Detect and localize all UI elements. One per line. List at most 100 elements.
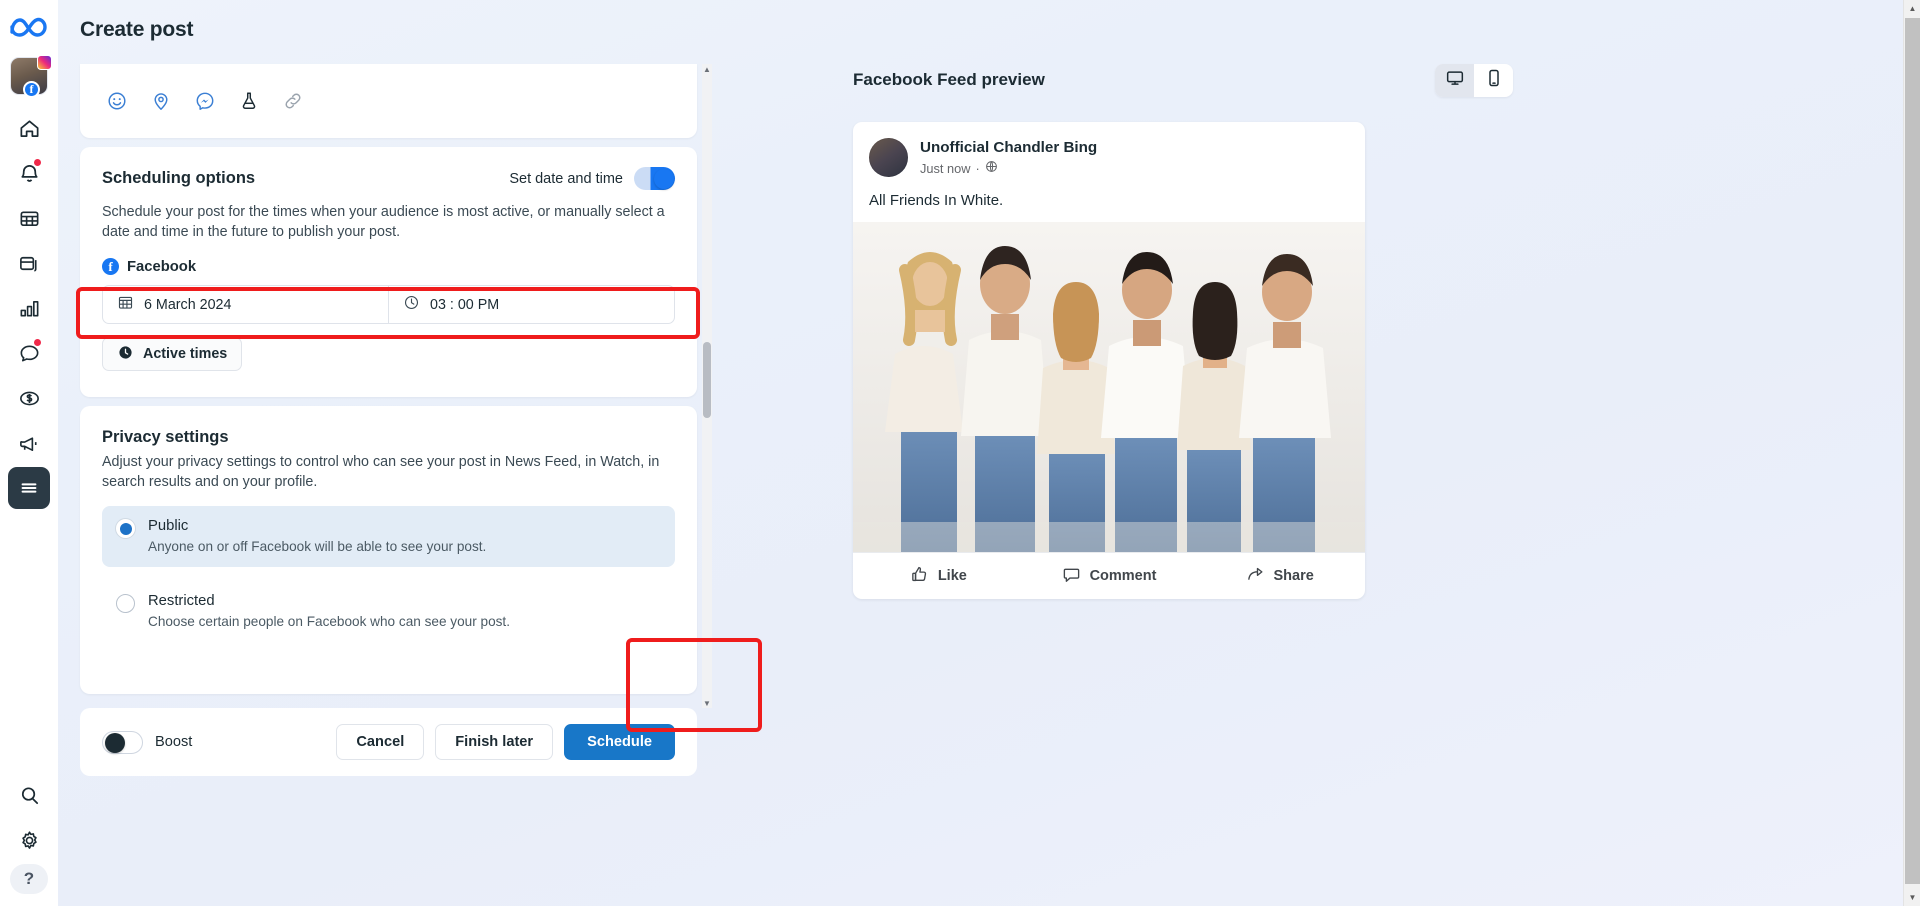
comment-label: Comment bbox=[1089, 568, 1157, 584]
facebook-icon: f bbox=[102, 258, 119, 275]
privacy-option-public-text: Public Anyone on or off Facebook will be… bbox=[148, 517, 486, 556]
datetime-field-group[interactable]: 6 March 2024 03 : 00 PM bbox=[102, 285, 675, 324]
clock-icon bbox=[403, 294, 420, 315]
active-times-button[interactable]: Active times bbox=[102, 337, 243, 371]
sidebar-item-home[interactable] bbox=[8, 107, 50, 149]
platform-row-facebook: f Facebook bbox=[102, 258, 675, 275]
boost-toggle[interactable] bbox=[102, 730, 143, 754]
instagram-badge-icon bbox=[37, 55, 52, 70]
sidebar-item-settings[interactable] bbox=[8, 819, 50, 861]
comment-bubble-icon bbox=[1062, 565, 1081, 588]
location-pin-icon[interactable] bbox=[150, 90, 172, 112]
megaphone-icon bbox=[18, 432, 41, 455]
set-date-time-toggle[interactable] bbox=[634, 167, 675, 190]
set-date-time-toggle-group[interactable]: Set date and time bbox=[509, 167, 675, 190]
post-author-block: Unofficial Chandler Bing Just now · bbox=[920, 139, 1097, 176]
facebook-post-preview-card: Unofficial Chandler Bing Just now · All … bbox=[853, 122, 1365, 599]
cancel-button[interactable]: Cancel bbox=[336, 724, 425, 760]
composer-column: Scheduling options Set date and time Sch… bbox=[80, 58, 712, 848]
meta-infinity-logo[interactable] bbox=[9, 16, 49, 43]
post-author-name: Unofficial Chandler Bing bbox=[920, 139, 1098, 156]
privacy-option-restricted-text: Restricted Choose certain people on Face… bbox=[148, 592, 510, 631]
boost-toggle-knob bbox=[105, 732, 125, 753]
boost-label: Boost bbox=[155, 734, 193, 750]
privacy-settings-card: Privacy settings Adjust your privacy set… bbox=[80, 406, 697, 694]
cards-icon bbox=[18, 252, 41, 275]
post-actions: Like Comment Share bbox=[853, 552, 1365, 599]
left-nav-rail: f ? bbox=[0, 0, 58, 906]
comment-button[interactable]: Comment bbox=[1024, 565, 1195, 588]
footer-buttons: Cancel Finish later Schedule bbox=[336, 724, 675, 760]
messenger-icon[interactable] bbox=[194, 90, 216, 112]
preview-title: Facebook Feed preview bbox=[853, 70, 1045, 89]
boost-group[interactable]: Boost bbox=[102, 730, 193, 754]
date-input[interactable]: 6 March 2024 bbox=[103, 286, 389, 323]
radio-button-public[interactable] bbox=[116, 519, 135, 538]
scheduling-header: Scheduling options Set date and time bbox=[102, 167, 675, 190]
like-label: Like bbox=[937, 568, 967, 584]
privacy-option-public-desc: Anyone on or off Facebook will be able t… bbox=[148, 539, 487, 554]
sidebar-item-help[interactable]: ? bbox=[10, 864, 48, 894]
post-meta-separator: · bbox=[975, 160, 980, 176]
post-meta: Just now · bbox=[920, 160, 1097, 176]
composer-footer-bar: Boost Cancel Finish later Schedule bbox=[80, 708, 697, 776]
bar-chart-icon bbox=[18, 297, 41, 320]
like-button[interactable]: Like bbox=[853, 565, 1024, 588]
emoji-icon[interactable] bbox=[106, 90, 128, 112]
page-scrollbar[interactable]: ▲ ▼ bbox=[1903, 0, 1920, 906]
desktop-view-button[interactable] bbox=[1435, 63, 1474, 97]
scheduling-options-card: Scheduling options Set date and time Sch… bbox=[80, 147, 697, 397]
page-scroll-up-arrow-icon[interactable]: ▲ bbox=[1904, 0, 1920, 17]
page-scrollbar-thumb[interactable] bbox=[1905, 18, 1920, 884]
post-image bbox=[853, 222, 1365, 552]
link-icon[interactable] bbox=[282, 90, 304, 112]
privacy-option-public-label: Public bbox=[148, 518, 189, 534]
time-value: 03 : 00 PM bbox=[430, 296, 500, 313]
scroll-up-arrow-icon[interactable]: ▲ bbox=[702, 64, 712, 74]
post-timestamp: Just now bbox=[920, 160, 971, 176]
sidebar-item-posts[interactable] bbox=[8, 242, 50, 284]
privacy-description: Adjust your privacy settings to control … bbox=[102, 454, 660, 490]
sidebar-item-menu[interactable] bbox=[8, 467, 50, 509]
mobile-view-button[interactable] bbox=[1474, 64, 1513, 97]
finish-later-button[interactable]: Finish later bbox=[435, 724, 554, 760]
sidebar-item-insights[interactable] bbox=[8, 287, 50, 329]
gear-icon bbox=[18, 829, 41, 852]
sidebar-item-inbox[interactable] bbox=[8, 332, 50, 374]
share-arrow-icon bbox=[1246, 565, 1265, 588]
sidebar-item-calendar[interactable] bbox=[8, 197, 50, 239]
phone-icon bbox=[1484, 68, 1504, 93]
active-times-label: Active times bbox=[143, 346, 228, 362]
schedule-button[interactable]: Schedule bbox=[564, 724, 675, 760]
time-input[interactable]: 03 : 00 PM bbox=[389, 286, 674, 323]
scheduling-title: Scheduling options bbox=[102, 169, 256, 187]
sidebar-item-monetization[interactable] bbox=[8, 377, 50, 419]
facebook-badge-icon: f bbox=[23, 81, 40, 98]
hamburger-icon bbox=[18, 477, 40, 499]
radio-button-restricted[interactable] bbox=[116, 594, 135, 613]
sidebar-item-search[interactable] bbox=[8, 774, 50, 816]
scroll-down-arrow-icon[interactable]: ▼ bbox=[702, 698, 712, 708]
composer-scrollbar-thumb[interactable] bbox=[703, 342, 711, 418]
platform-label: Facebook bbox=[127, 258, 197, 275]
post-image-illustration bbox=[853, 222, 1365, 552]
post-author-avatar bbox=[869, 138, 908, 177]
privacy-option-restricted[interactable]: Restricted Choose certain people on Face… bbox=[102, 581, 675, 642]
page-scroll-down-arrow-icon[interactable]: ▼ bbox=[1904, 889, 1920, 906]
help-label: ? bbox=[23, 869, 35, 888]
clock-filled-icon bbox=[117, 344, 134, 365]
sidebar-item-notifications[interactable] bbox=[8, 152, 50, 194]
monitor-icon bbox=[1445, 68, 1465, 93]
set-date-time-label: Set date and time bbox=[509, 170, 623, 187]
sidebar-item-ads[interactable] bbox=[8, 422, 50, 464]
main-content: Create post Scheduling options Set date … bbox=[58, 0, 1920, 906]
share-button[interactable]: Share bbox=[1194, 565, 1365, 588]
preview-column: Facebook Feed preview Unofficial Chandle… bbox=[853, 58, 1513, 599]
composer-scrollbar[interactable]: ▲ ▼ bbox=[702, 64, 712, 708]
avatar[interactable]: f bbox=[10, 55, 52, 98]
privacy-option-public[interactable]: Public Anyone on or off Facebook will be… bbox=[102, 506, 675, 567]
app-root: f ? Create post Scheduling options Set d… bbox=[0, 0, 1920, 906]
flask-icon[interactable] bbox=[238, 90, 260, 112]
dollar-circle-icon bbox=[18, 387, 41, 410]
search-icon bbox=[18, 784, 41, 807]
